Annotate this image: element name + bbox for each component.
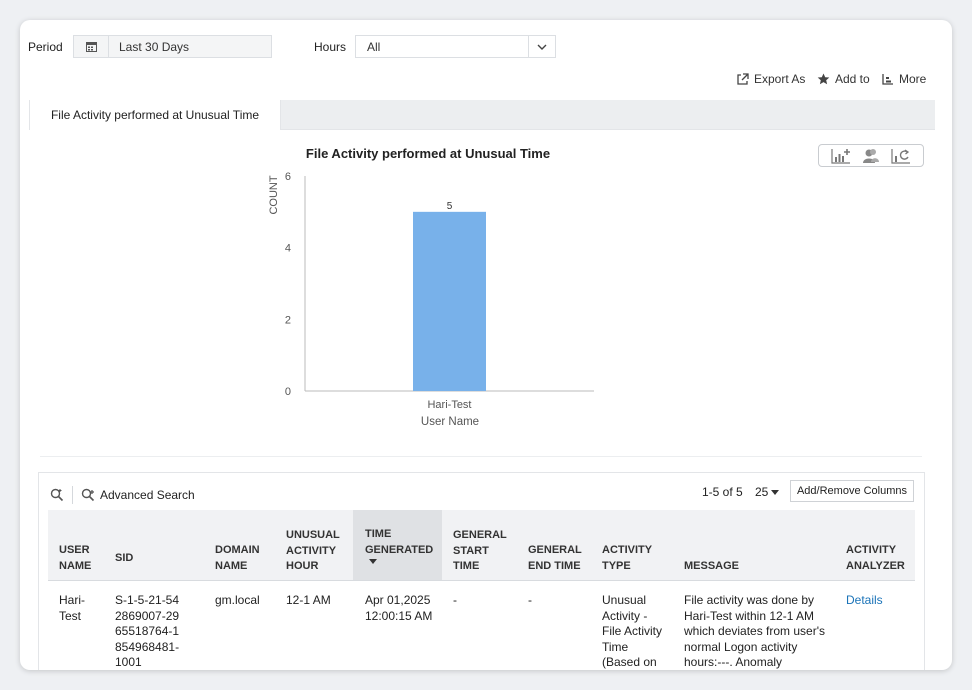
bar[interactable] bbox=[413, 211, 486, 391]
more-label: More bbox=[899, 72, 927, 86]
y-axis-label: COUNT bbox=[268, 175, 280, 214]
pagination-info: 1-5 of 5 bbox=[702, 485, 743, 499]
col-message[interactable]: MESSAGE bbox=[684, 559, 739, 575]
col-time-generated[interactable]: TIME GENERATED bbox=[365, 527, 435, 558]
calendar-icon[interactable] bbox=[74, 36, 109, 57]
advanced-search-button[interactable]: Advanced Search bbox=[81, 488, 195, 502]
table-row: Hari-Test S-1-5-21-542869007-2965518764-… bbox=[48, 581, 915, 670]
bar-data-label: 5 bbox=[447, 201, 453, 212]
report-tabs: File Activity performed at Unusual Time bbox=[29, 100, 935, 130]
y-tick-label: 0 bbox=[285, 386, 291, 398]
cell-time-generated: Apr 01,2025 12:00:15 AM bbox=[365, 593, 433, 623]
export-icon bbox=[737, 73, 749, 85]
section-divider bbox=[40, 456, 922, 457]
x-tick-label: Hari-Test bbox=[427, 399, 471, 411]
y-tick-label: 2 bbox=[285, 314, 291, 326]
tab-label: File Activity performed at Unusual Time bbox=[50, 108, 260, 122]
caret-down-icon bbox=[771, 489, 780, 495]
advanced-search-label: Advanced Search bbox=[100, 488, 195, 502]
add-chart-icon[interactable] bbox=[831, 148, 851, 164]
hours-label: Hours bbox=[314, 40, 347, 54]
cell-activity-type: Unusual Activity - File Activity Time (B… bbox=[602, 593, 663, 669]
refresh-chart-icon[interactable] bbox=[891, 148, 911, 164]
export-as-label: Export As bbox=[754, 72, 806, 86]
page-size-select[interactable]: 25 bbox=[755, 485, 780, 499]
col-domain-name[interactable]: DOMAIN NAME bbox=[215, 543, 270, 574]
hours-value: All bbox=[367, 40, 381, 54]
y-tick-label: 4 bbox=[285, 243, 291, 255]
add-to-label: Add to bbox=[835, 72, 870, 86]
advanced-search-icon bbox=[81, 488, 95, 502]
add-remove-columns-label: Add/Remove Columns bbox=[796, 485, 908, 497]
cell-message: File activity was done by Hari-Test with… bbox=[684, 593, 826, 669]
tab-file-activity[interactable]: File Activity performed at Unusual Time bbox=[29, 100, 281, 130]
x-axis-label: User Name bbox=[421, 416, 479, 428]
col-unusual-activity-hour[interactable]: UNUSUAL ACTIVITY HOUR bbox=[286, 528, 346, 575]
more-button[interactable]: More bbox=[882, 72, 926, 86]
sort-desc-icon[interactable] bbox=[369, 559, 377, 564]
details-link[interactable]: Details bbox=[846, 593, 883, 609]
chart-tools bbox=[818, 144, 924, 167]
col-general-end-time[interactable]: GENERAL END TIME bbox=[528, 543, 588, 574]
add-remove-columns-button[interactable]: Add/Remove Columns bbox=[790, 480, 914, 502]
col-general-start-time[interactable]: GENERAL START TIME bbox=[453, 528, 513, 575]
add-to-button[interactable]: Add to bbox=[817, 72, 870, 86]
page-size-value: 25 bbox=[755, 485, 769, 499]
period-picker[interactable]: Last 30 Days bbox=[73, 35, 272, 58]
user-chart-icon[interactable] bbox=[862, 148, 880, 164]
period-value: Last 30 Days bbox=[119, 40, 190, 54]
report-card: Period Last 30 Days Hours All Export As … bbox=[20, 20, 952, 670]
chart-title: File Activity performed at Unusual Time bbox=[306, 146, 550, 161]
cell-general-end: - bbox=[528, 593, 532, 607]
export-as-button[interactable]: Export As bbox=[737, 72, 805, 86]
search-divider bbox=[72, 486, 73, 504]
cell-sid: S-1-5-21-542869007-2965518764-1854968481… bbox=[115, 593, 180, 669]
search-zone: Advanced Search bbox=[50, 486, 195, 504]
more-icon bbox=[882, 74, 893, 85]
table-header: USER NAME SID DOMAIN NAME UNUSUAL ACTIVI… bbox=[48, 510, 915, 581]
chevron-down-icon[interactable] bbox=[528, 36, 555, 57]
hours-select[interactable]: All bbox=[355, 35, 556, 58]
y-tick-label: 6 bbox=[285, 171, 291, 183]
cell-domain-name: gm.local bbox=[215, 593, 260, 607]
cell-unusual-hour: 12-1 AM bbox=[286, 593, 331, 607]
star-icon bbox=[817, 73, 830, 85]
col-activity-type[interactable]: ACTIVITY TYPE bbox=[602, 543, 662, 574]
col-activity-analyzer[interactable]: ACTIVITY ANALYZER bbox=[846, 543, 906, 574]
cell-general-start: - bbox=[453, 593, 457, 607]
search-icon[interactable] bbox=[50, 488, 64, 502]
cell-user-name: Hari-Test bbox=[59, 593, 85, 623]
col-sid[interactable]: SID bbox=[115, 551, 133, 567]
bar-chart: File Activity performed at Unusual Time … bbox=[268, 146, 594, 428]
period-label: Period bbox=[28, 40, 63, 54]
col-user-name[interactable]: USER NAME bbox=[59, 543, 104, 574]
